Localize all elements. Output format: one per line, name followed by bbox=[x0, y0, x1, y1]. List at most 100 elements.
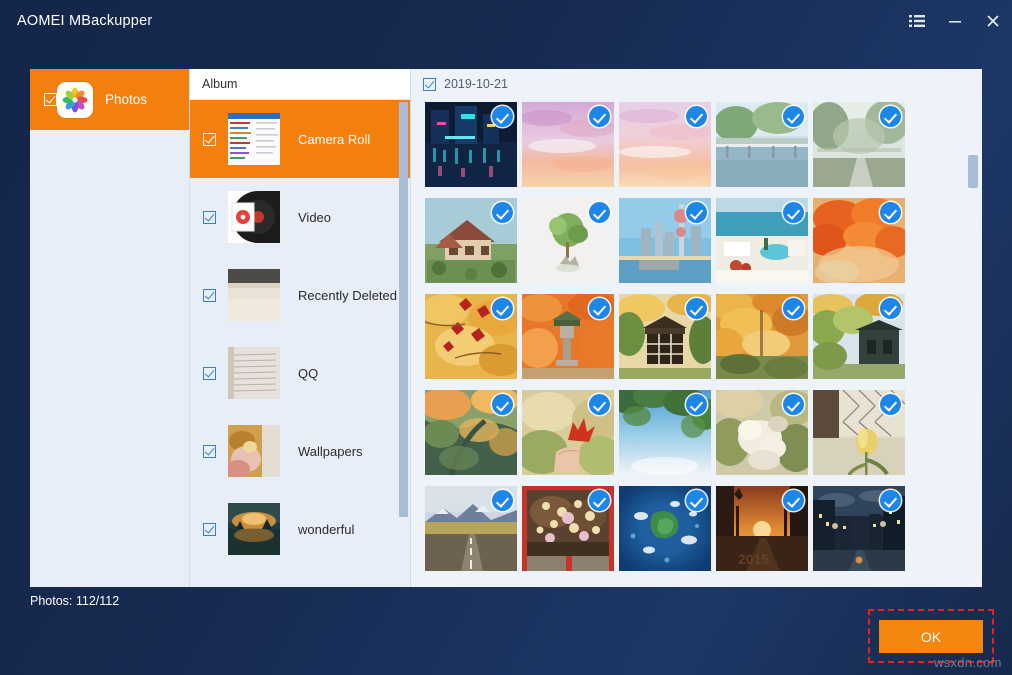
photo-selected-badge[interactable] bbox=[686, 490, 707, 511]
photo-selected-badge[interactable] bbox=[880, 106, 901, 127]
photo-cell[interactable] bbox=[425, 198, 517, 283]
photo-cell[interactable] bbox=[425, 102, 517, 187]
photo-selected-badge[interactable] bbox=[492, 202, 513, 223]
album-item-recently-deleted[interactable]: Recently Deleted bbox=[190, 256, 410, 334]
photo-cell[interactable] bbox=[619, 198, 711, 283]
album-item-camera-roll[interactable]: Camera Roll bbox=[190, 100, 410, 178]
photo-scrollbar[interactable] bbox=[968, 103, 978, 583]
photo-cell[interactable] bbox=[813, 486, 905, 571]
photo-selected-badge[interactable] bbox=[880, 394, 901, 415]
photo-cell[interactable] bbox=[619, 486, 711, 571]
category-checkbox-photos[interactable] bbox=[44, 93, 57, 106]
album-thumbnail-video bbox=[228, 191, 280, 243]
photo-selected-badge[interactable] bbox=[589, 394, 610, 415]
photo-selected-badge[interactable] bbox=[686, 106, 707, 127]
photos-app-icon bbox=[57, 82, 93, 118]
beige-wall-thumb bbox=[228, 269, 280, 321]
album-checkbox-wonderful[interactable] bbox=[203, 523, 216, 536]
category-item-photos[interactable]: Photos bbox=[30, 69, 189, 130]
album-thumbnail-wallpapers bbox=[228, 425, 280, 477]
album-label-wallpapers: Wallpapers bbox=[298, 444, 363, 459]
photo-selected-badge[interactable] bbox=[589, 490, 610, 511]
date-group-label: 2019-10-21 bbox=[444, 77, 508, 91]
golden-flower-thumb bbox=[228, 425, 280, 477]
photo-selected-badge[interactable] bbox=[589, 298, 610, 319]
photo-cell[interactable] bbox=[619, 294, 711, 379]
photo-cell[interactable] bbox=[425, 486, 517, 571]
photo-cell[interactable] bbox=[425, 294, 517, 379]
album-checkbox-recently-deleted[interactable] bbox=[203, 289, 216, 302]
list-icon-svg bbox=[909, 14, 925, 28]
photo-cell[interactable] bbox=[813, 102, 905, 187]
photo-cell[interactable] bbox=[619, 390, 711, 475]
photo-selected-badge[interactable] bbox=[589, 202, 610, 223]
album-checkbox-camera-roll[interactable] bbox=[203, 133, 216, 146]
photo-scrollbar-thumb[interactable] bbox=[968, 155, 978, 188]
category-column: Photos bbox=[30, 69, 189, 587]
photo-cell[interactable] bbox=[619, 102, 711, 187]
app-title: AOMEI MBackupper bbox=[17, 13, 152, 29]
photo-cell[interactable] bbox=[813, 390, 905, 475]
album-label-recently-deleted: Recently Deleted bbox=[298, 288, 397, 303]
paper-lines-thumb bbox=[228, 347, 280, 399]
photo-cell[interactable] bbox=[716, 102, 808, 187]
photo-cell[interactable] bbox=[522, 390, 614, 475]
photo-cell[interactable] bbox=[522, 198, 614, 283]
photo-selected-badge[interactable] bbox=[880, 202, 901, 223]
minimize-icon-svg bbox=[947, 14, 963, 28]
album-item-qq[interactable]: QQ bbox=[190, 334, 410, 412]
photo-cell[interactable] bbox=[522, 294, 614, 379]
album-checkbox-video[interactable] bbox=[203, 211, 216, 224]
photo-cell[interactable] bbox=[522, 102, 614, 187]
album-label-video: Video bbox=[298, 210, 331, 225]
date-group-checkbox[interactable] bbox=[423, 78, 436, 91]
album-checkbox-qq[interactable] bbox=[203, 367, 216, 380]
photo-selected-badge[interactable] bbox=[783, 298, 804, 319]
close-icon[interactable] bbox=[974, 0, 1012, 41]
close-icon-svg bbox=[985, 14, 1001, 28]
photo-selected-badge[interactable] bbox=[589, 106, 610, 127]
photo-selected-badge[interactable] bbox=[783, 394, 804, 415]
photo-count-label: Photos: 112/112 bbox=[30, 594, 119, 608]
lake-reflection-thumb bbox=[228, 503, 280, 555]
photo-cell[interactable] bbox=[716, 294, 808, 379]
photo-selected-badge[interactable] bbox=[783, 106, 804, 127]
photo-selected-badge[interactable] bbox=[492, 106, 513, 127]
album-thumbnail-qq bbox=[228, 347, 280, 399]
photo-cell[interactable] bbox=[716, 198, 808, 283]
album-item-video[interactable]: Video bbox=[190, 178, 410, 256]
album-header: Album bbox=[190, 69, 410, 100]
photo-selected-badge[interactable] bbox=[880, 298, 901, 319]
photo-cell[interactable] bbox=[813, 294, 905, 379]
album-item-partial[interactable] bbox=[190, 568, 410, 587]
photo-selected-badge[interactable] bbox=[686, 298, 707, 319]
album-item-wonderful[interactable]: wonderful bbox=[190, 490, 410, 568]
photos-pinwheel-svg bbox=[57, 82, 93, 118]
screenshot-list-thumb bbox=[228, 113, 280, 165]
photo-selected-badge[interactable] bbox=[492, 490, 513, 511]
photo-cell[interactable]: 2015 bbox=[716, 486, 808, 571]
album-label-wonderful: wonderful bbox=[298, 522, 354, 537]
photo-selected-badge[interactable] bbox=[880, 490, 901, 511]
photo-selected-badge[interactable] bbox=[492, 394, 513, 415]
album-scrollbar[interactable] bbox=[399, 102, 408, 583]
photo-cell[interactable] bbox=[522, 486, 614, 571]
album-column: Album bbox=[189, 69, 410, 587]
album-checkbox-wallpapers[interactable] bbox=[203, 445, 216, 458]
vinyl-record-thumb bbox=[228, 191, 280, 243]
album-item-wallpapers[interactable]: Wallpapers bbox=[190, 412, 410, 490]
photo-selected-badge[interactable] bbox=[783, 202, 804, 223]
photo-selected-badge[interactable] bbox=[686, 202, 707, 223]
photo-selected-badge[interactable] bbox=[686, 394, 707, 415]
photo-cell[interactable] bbox=[425, 390, 517, 475]
photo-cell[interactable] bbox=[716, 390, 808, 475]
photo-selected-badge[interactable] bbox=[783, 490, 804, 511]
ok-button[interactable]: OK bbox=[879, 620, 983, 653]
photo-selected-badge[interactable] bbox=[492, 298, 513, 319]
photo-cell[interactable] bbox=[813, 198, 905, 283]
list-view-icon[interactable] bbox=[898, 0, 936, 41]
photo-grid: 2015 bbox=[425, 102, 930, 571]
album-thumbnail-camera-roll bbox=[228, 113, 280, 165]
minimize-icon[interactable] bbox=[936, 0, 974, 41]
album-scrollbar-thumb[interactable] bbox=[399, 102, 408, 517]
